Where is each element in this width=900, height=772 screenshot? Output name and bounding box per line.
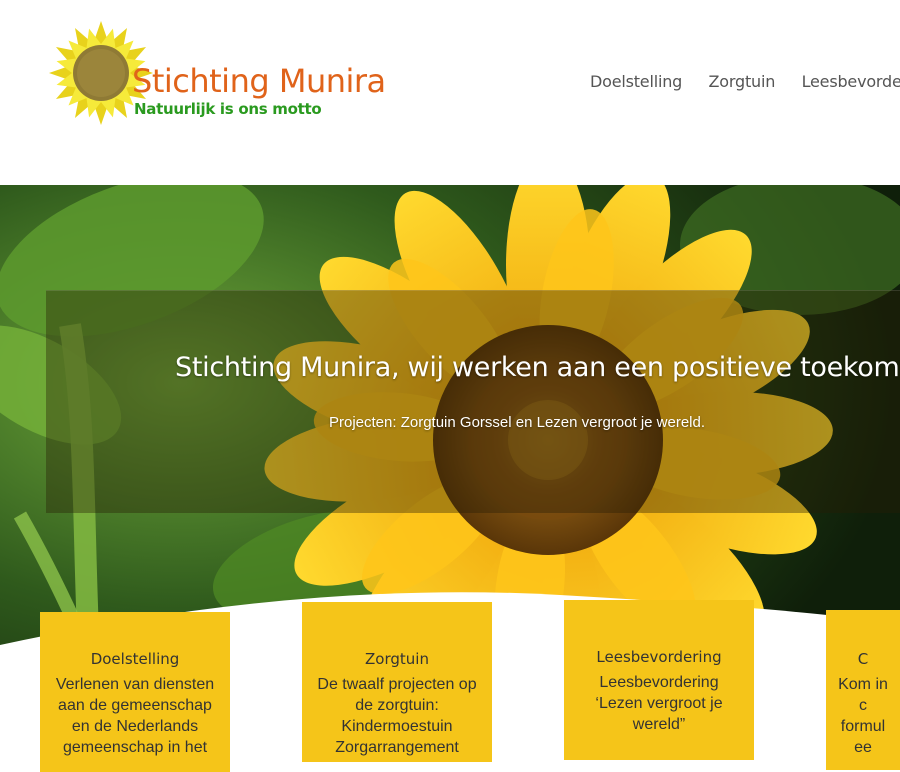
hero-subtitle: Projecten: Zorgtuin Gorssel en Lezen ver… [329,414,706,431]
site-header: Stichting Munira Natuurlijk is ons motto… [0,0,900,185]
card-title: C [857,650,869,668]
card-zorgtuin[interactable]: Zorgtuin De twaalf projecten op de zorgt… [302,602,492,762]
card-title: Zorgtuin [365,650,429,668]
card-doelstelling[interactable]: Doelstelling Verlenen van diensten aan d… [40,612,230,772]
nav-item-leesbevordering[interactable]: Leesbevordering [802,72,900,91]
nav-item-zorgtuin[interactable]: Zorgtuin [709,72,776,91]
card-leesbevordering[interactable]: Leesbevordering Leesbevordering ‘Lezen v… [564,600,754,760]
card-text: De twaalf projecten op de zorgtuin: Kind… [317,676,477,756]
card-title: Leesbevordering [596,648,722,666]
hero-title: Stichting Munira, wij werken aan een pos… [175,352,900,383]
card-text: Leesbevordering ‘Lezen vergroot je werel… [595,674,723,733]
card-title: Doelstelling [90,650,180,668]
site-motto: Natuurlijk is ons motto [134,100,322,118]
main-nav: Doelstelling Zorgtuin Leesbevordering [590,72,900,100]
nav-item-doelstelling[interactable]: Doelstelling [590,72,682,91]
hero-caption-band [46,290,900,513]
site-name: Stichting Munira [132,62,386,100]
card-text: Verlenen van diensten aan de gemeenschap… [55,676,215,756]
site-logo[interactable]: Stichting Munira Natuurlijk is ons motto [46,18,406,133]
card-text: Kom in c formul ee [838,676,888,756]
card-contact[interactable]: C Kom in c formul ee [826,610,900,770]
